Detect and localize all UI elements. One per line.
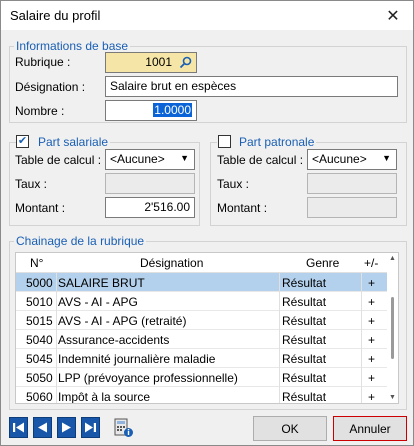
cell-no: 5040 [26,333,53,347]
chevron-down-icon: ▼ [382,153,391,163]
patronale-montant-field [307,197,397,218]
nombre-label: Nombre : [15,104,65,118]
cell-sign: + [368,352,376,366]
cell-designation: LPP (prévoyance professionnelle) [58,371,238,385]
table-header: N° Désignation Genre +/- [16,253,388,273]
cell-genre: Résultat [282,314,327,328]
window-title: Salaire du profil [10,8,101,23]
cell-no: 5015 [26,314,53,328]
title-bar: Salaire du profil ✕ [1,1,413,30]
next-record-button[interactable] [57,417,76,438]
cell-no: 5050 [26,371,53,385]
group-legend: Chainage de la rubrique [14,234,147,248]
close-button[interactable]: ✕ [373,1,413,30]
scroll-down-icon[interactable]: ▼ [389,394,396,401]
cell-no: 5000 [26,276,53,290]
salariale-montant-label: Montant : [15,201,66,215]
last-record-icon [85,422,96,433]
previous-record-button[interactable] [33,417,52,438]
column-divider [361,273,362,403]
column-header-genre[interactable]: Genre [306,256,339,270]
salariale-table-label: Table de calcul : [15,153,102,167]
cell-sign: + [368,371,376,385]
cancel-label: Annuler [349,421,391,436]
patronale-table-label: Table de calcul : [217,153,304,167]
column-header-designation[interactable]: Désignation [140,256,203,270]
salariale-table-value: <Aucune> [110,152,165,166]
group-legend: Informations de base [14,39,131,53]
patronale-taux-field [307,173,397,194]
cell-sign: + [368,314,376,328]
cell-designation: Impôt à la source [58,390,151,404]
table-row[interactable]: 5050 LPP (prévoyance professionnelle) Résu… [16,368,388,387]
cell-designation: Indemnité journalière maladie [58,352,216,366]
patronale-table-select[interactable]: <Aucune> ▼ [307,149,397,170]
ok-button[interactable]: OK [253,416,327,441]
column-header-sign[interactable]: +/- [364,256,378,270]
calculator-info-icon [114,418,133,437]
table-row[interactable]: 5000 SALAIRE BRUT Résultat + [16,273,388,292]
previous-record-icon [38,422,47,433]
nombre-field[interactable]: 1.0000 [105,100,197,121]
ok-label: OK [281,421,299,436]
cell-sign: + [368,295,376,309]
cell-sign: + [368,333,376,347]
close-icon: ✕ [386,7,400,25]
column-divider [279,273,280,403]
column-divider [56,273,57,403]
part-salariale-checkbox[interactable]: ✔ [16,135,29,148]
cell-genre: Résultat [282,295,327,309]
group-legend: Part patronale [217,135,317,149]
checkmark-icon: ✔ [17,135,28,147]
cancel-button[interactable]: Annuler [333,416,407,441]
cell-no: 5045 [26,352,53,366]
table-row[interactable]: 5045 Indemnité journalière maladie Résulta… [16,349,388,368]
rubrique-label: Rubrique : [15,55,71,69]
cell-genre: Résultat [282,352,327,366]
first-record-icon [13,422,24,433]
patronale-montant-label: Montant : [217,201,268,215]
search-icon[interactable] [177,54,194,71]
calculator-info-button[interactable] [113,417,135,439]
first-record-button[interactable] [9,417,28,438]
cell-designation: AVS - AI - APG (retraité) [58,314,187,328]
nombre-value: 1.0000 [153,103,192,117]
rubrique-value: 1001 [145,55,172,69]
next-record-icon [62,422,71,433]
cell-genre: Résultat [282,390,327,404]
table-scrollbar[interactable]: ▲ ▼ [387,253,398,403]
cell-designation: SALAIRE BRUT [58,276,145,290]
scroll-up-icon[interactable]: ▲ [389,255,396,262]
cell-genre: Résultat [282,276,327,290]
scroll-thumb[interactable] [391,297,394,359]
cell-designation: Assurance-accidents [58,333,170,347]
table-row[interactable]: 5040 Assurance-accidents Résultat + [16,330,388,349]
salariale-taux-field [105,173,195,194]
rubrique-field[interactable]: 1001 [105,52,197,73]
cell-sign: + [368,390,376,404]
salariale-montant-field[interactable]: 2'516.00 [105,197,195,218]
chevron-down-icon: ▼ [180,153,189,163]
table-row[interactable]: 5010 AVS - AI - APG Résultat + [16,292,388,311]
cell-no: 5060 [26,390,53,404]
group-legend: Part salariale [16,135,111,149]
cell-genre: Résultat [282,371,327,385]
part-patronale-checkbox[interactable] [218,135,231,148]
table-row[interactable]: 5060 Impôt à la source Résultat + [16,387,388,404]
salariale-table-select[interactable]: <Aucune> ▼ [105,149,195,170]
designation-field[interactable]: Salaire brut en espèces [105,76,398,97]
table-row[interactable]: 5015 AVS - AI - APG (retraité) Résultat + [16,311,388,330]
patronale-table-value: <Aucune> [312,152,367,166]
cell-genre: Résultat [282,333,327,347]
cell-sign: + [368,276,376,290]
cell-no: 5010 [26,295,53,309]
cell-designation: AVS - AI - APG [58,295,138,309]
chainage-table: N° Désignation Genre +/- 5000 SALAIRE BRU… [15,252,399,404]
column-header-no[interactable]: N° [30,256,43,270]
patronale-taux-label: Taux : [217,177,250,191]
dialog-window: Salaire du profil ✕ Informations de base… [0,0,414,446]
designation-label: Désignation : [15,80,86,94]
last-record-button[interactable] [81,417,100,438]
salariale-taux-label: Taux : [15,177,48,191]
